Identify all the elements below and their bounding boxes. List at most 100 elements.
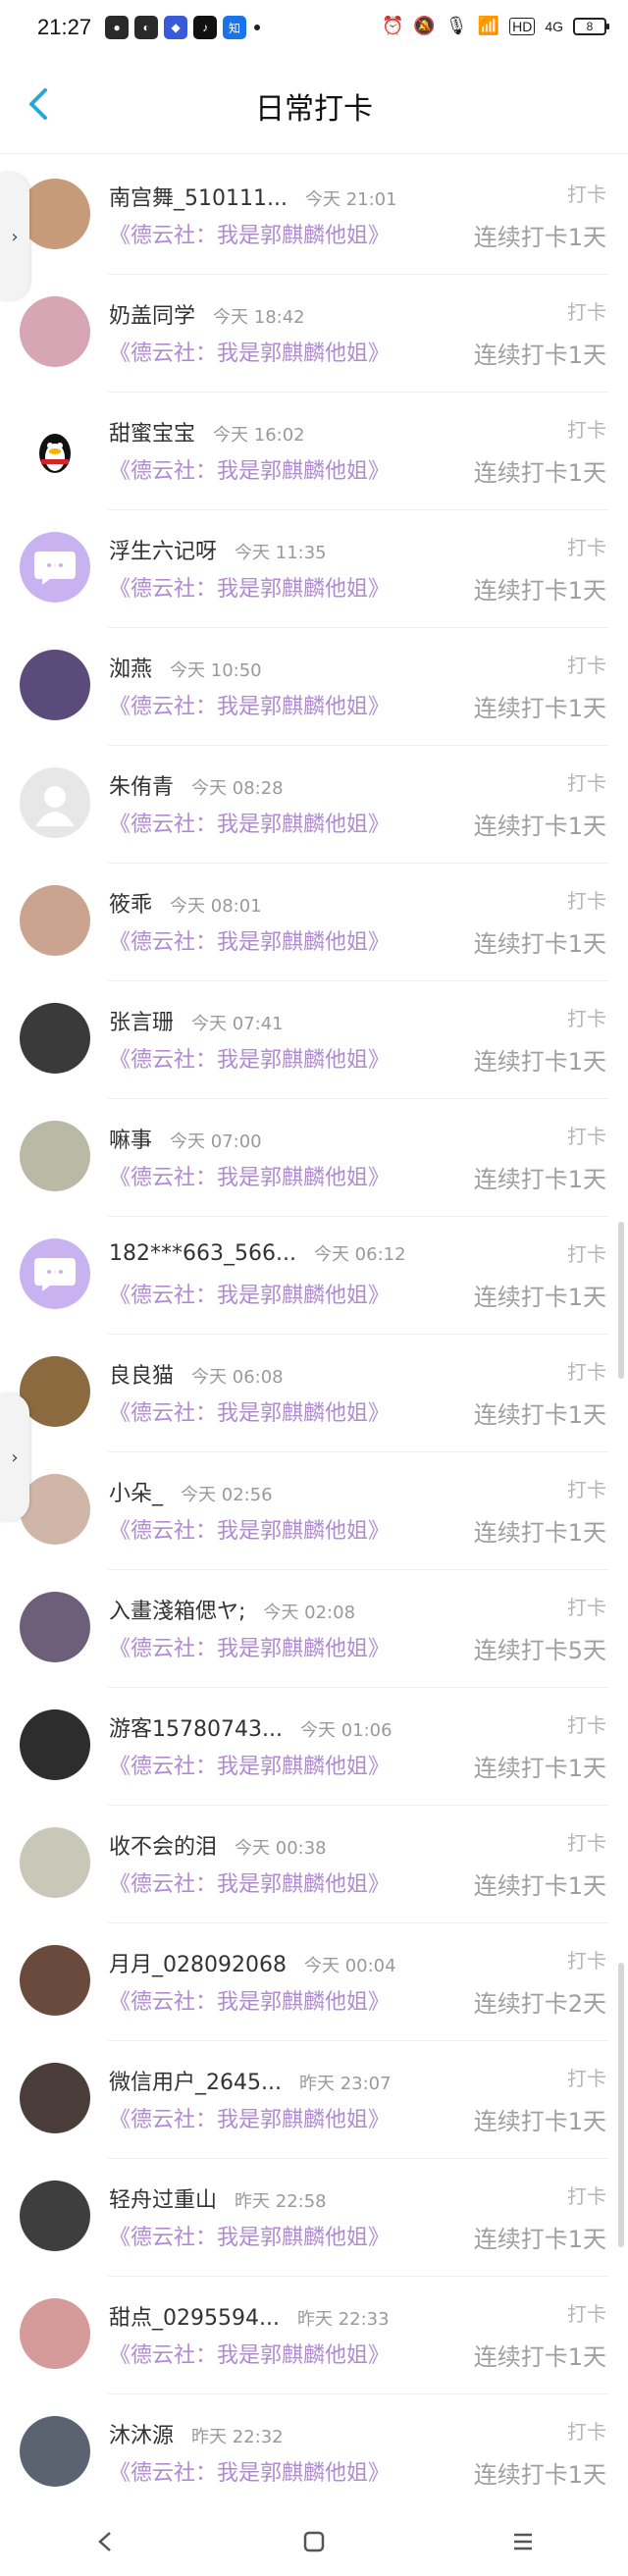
photo-avatar[interactable] [20,2416,90,2487]
book-title-link[interactable]: 《德云社：我是郭麒麟他姐》 [109,2455,390,2487]
book-title-link[interactable]: 《德云社：我是郭麒麟他姐》 [109,453,390,485]
streak-count: 连续打卡1天 [473,1284,606,1311]
nav-menu-icon[interactable] [508,2527,538,2556]
night-scene-avatar[interactable] [20,650,90,720]
streak-count: 连续打卡1天 [473,459,606,487]
book-title-link[interactable]: 《德云社：我是郭麒麟他姐》 [109,1749,390,1780]
list-item[interactable]: 洳燕 今天 10:50 《德云社：我是郭麒麟他姐》 打卡 连续打卡1天 [0,628,628,746]
default-chat-avatar[interactable] [20,1238,90,1309]
user-name: 182***663_566... 今天 06:12 [109,1240,406,1266]
streak-count: 连续打卡1天 [473,695,606,722]
user-name-text: 入畫淺箱偲ヤ; [109,1600,246,1624]
photo-avatar[interactable] [20,1592,90,1662]
checkin-time: 今天 01:06 [299,1720,392,1741]
checkin-label: 打卡 [567,2302,606,2326]
book-title-link[interactable]: 《德云社：我是郭麒麟他姐》 [109,1866,390,1898]
side-panel-handle[interactable]: › [0,1393,29,1521]
book-title-link[interactable]: 《德云社：我是郭麒麟他姐》 [109,1042,390,1074]
header: 日常打卡 [0,55,628,154]
nav-home-icon[interactable] [299,2527,329,2556]
user-name: 收不会的泪 今天 00:38 [109,1829,327,1861]
checkin-time: 今天 16:02 [213,425,305,446]
list-item[interactable]: 游客15780743... 今天 01:06 《德云社：我是郭麒麟他姐》 打卡 连续打卡… [0,1688,628,1806]
list-item[interactable]: 朱侑青 今天 08:28 《德云社：我是郭麒麟他姐》 打卡 连续打卡1天 [0,746,628,864]
list-item[interactable]: 浮生六记呀 今天 11:35 《德云社：我是郭麒麟他姐》 打卡 连续打卡1天 [0,510,628,628]
list-item[interactable]: 月月_028092068 今天 00:04 《德云社：我是郭麒麟他姐》 打卡 连续打卡2… [0,1923,628,2041]
book-title-link[interactable]: 《德云社：我是郭麒麟他姐》 [109,1278,390,1309]
scrollbar[interactable] [618,1222,624,1379]
photo-avatar[interactable] [20,1474,90,1545]
user-name: 微信用户_2645... 昨天 23:07 [109,2065,392,2096]
list-item[interactable]: 入畫淺箱偲ヤ; 今天 02:08 《德云社：我是郭麒麟他姐》 打卡 连续打卡5天 [0,1570,628,1688]
list-item[interactable]: 筱乖 今天 08:01 《德云社：我是郭麒麟他姐》 打卡 连续打卡1天 [0,864,628,981]
penguin-avatar[interactable] [20,414,90,485]
default-user-avatar[interactable] [20,767,90,838]
list-item[interactable]: 182***663_566... 今天 06:12 《德云社：我是郭麒麟他姐》 打卡连… [0,1217,628,1335]
photo-avatar[interactable] [20,1356,90,1427]
book-title-link[interactable]: 《德云社：我是郭麒麟他姐》 [109,1160,390,1191]
book-title-link[interactable]: 《德云社：我是郭麒麟他姐》 [109,2220,390,2251]
checkin-label: 打卡 [567,1478,606,1501]
cat-avatar[interactable] [20,1121,90,1191]
scrollbar[interactable] [618,1963,624,2247]
checkin-time: 今天 11:35 [235,543,327,563]
wifi-icon: 📶 [477,16,500,35]
list-item[interactable]: 沐沐源 昨天 22:32 《德云社：我是郭麒麟他姐》 打卡 连续打卡1天 [0,2394,628,2512]
user-name-text: 甜蜜宝宝 [109,422,196,447]
photo-avatar[interactable] [20,1827,90,1898]
user-name-text: 微信用户_2645... [109,2071,282,2095]
list-item[interactable]: 良良猫 今天 06:08 《德云社：我是郭麒麟他姐》 打卡 连续打卡1天 [0,1335,628,1452]
book-title-link[interactable]: 《德云社：我是郭麒麟他姐》 [109,924,390,956]
list-item[interactable]: 轻舟过重山 昨天 22:58 《德云社：我是郭麒麟他姐》 打卡 连续打卡1天 [0,2159,628,2277]
book-title-link[interactable]: 《德云社：我是郭麒麟他姐》 [109,1631,390,1662]
book-title-link[interactable]: 《德云社：我是郭麒麟他姐》 [109,218,390,249]
user-name-text: 小朵_ [109,1482,164,1506]
checkin-time: 昨天 22:33 [296,2309,390,2330]
book-title-link[interactable]: 《德云社：我是郭麒麟他姐》 [109,1513,390,1545]
list-item[interactable]: 南宫舞_510111... 今天 21:01 《德云社：我是郭麒麟他姐》 打卡 连续打卡… [0,157,628,275]
book-title-link[interactable]: 《德云社：我是郭麒麟他姐》 [109,571,390,603]
book-title-link[interactable]: 《德云社：我是郭麒麟他姐》 [109,336,390,367]
zhihu-icon: 知 [223,16,247,39]
photo-avatar[interactable] [20,1945,90,2016]
streak-count: 连续打卡1天 [473,2226,606,2253]
photo-avatar[interactable] [20,1709,90,1780]
anime-girl-avatar[interactable] [20,179,90,249]
photo-avatar[interactable] [20,2063,90,2133]
book-title-link[interactable]: 《德云社：我是郭麒麟他姐》 [109,1984,390,2016]
photo-avatar[interactable] [20,2298,90,2369]
list-item[interactable]: 甜点_0295594... 昨天 22:33 《德云社：我是郭麒麟他姐》 打卡 连续打卡… [0,2277,628,2394]
notification-dot [254,25,261,30]
checkin-label: 打卡 [567,1713,606,1737]
book-title-link[interactable]: 《德云社：我是郭麒麟他姐》 [109,2338,390,2369]
photo-avatar[interactable] [20,885,90,956]
streak-count: 连续打卡1天 [473,577,606,605]
list-item[interactable]: 收不会的泪 今天 00:38 《德云社：我是郭麒麟他姐》 打卡 连续打卡1天 [0,1806,628,1923]
status-bar: 21:27 ● ◐ ◆ ♪ 知 ⏰ 🔕 🎙 📶 HD 4G 8 [0,0,628,55]
user-name: 浮生六记呀 今天 11:35 [109,534,327,565]
app-icon: ◆ [164,16,188,39]
photo-avatar[interactable] [20,2181,90,2251]
photo-avatar[interactable] [20,1003,90,1074]
list-item[interactable]: 张言珊 今天 07:41 《德云社：我是郭麒麟他姐》 打卡 连续打卡1天 [0,981,628,1099]
book-title-link[interactable]: 《德云社：我是郭麒麟他姐》 [109,689,390,720]
default-chat-avatar[interactable] [20,532,90,603]
book-title-link[interactable]: 《德云社：我是郭麒麟他姐》 [109,2102,390,2133]
chevron-right-icon: › [11,226,19,247]
book-title-link[interactable]: 《德云社：我是郭麒麟他姐》 [109,1395,390,1427]
book-title-link[interactable]: 《德云社：我是郭麒麟他姐》 [109,807,390,838]
status-time: 21:27 [37,15,92,39]
user-name-text: 轻舟过重山 [109,2188,218,2213]
list-item[interactable]: 甜蜜宝宝 今天 16:02 《德云社：我是郭麒麟他姐》 打卡 连续打卡1天 [0,393,628,510]
side-panel-handle[interactable]: › [0,173,29,300]
checkin-label: 打卡 [567,1596,606,1619]
list-item[interactable]: 奶盖同学 今天 18:42 《德云社：我是郭麒麟他姐》 打卡 连续打卡1天 [0,275,628,393]
alarm-icon: ⏰ [381,16,404,35]
checkin-time: 今天 06:12 [313,1244,406,1265]
anime-girl-avatar[interactable] [20,296,90,367]
status-right: ⏰ 🔕 🎙 📶 HD 4G 8 [381,16,609,36]
list-item[interactable]: 微信用户_2645... 昨天 23:07 《德云社：我是郭麒麟他姐》 打卡 连续打卡1… [0,2041,628,2159]
nav-back-icon[interactable] [90,2527,120,2556]
list-item[interactable]: 嘛事 今天 07:00 《德云社：我是郭麒麟他姐》 打卡 连续打卡1天 [0,1099,628,1217]
list-item[interactable]: 小朵_ 今天 02:56 《德云社：我是郭麒麟他姐》 打卡 连续打卡1天 [0,1452,628,1570]
